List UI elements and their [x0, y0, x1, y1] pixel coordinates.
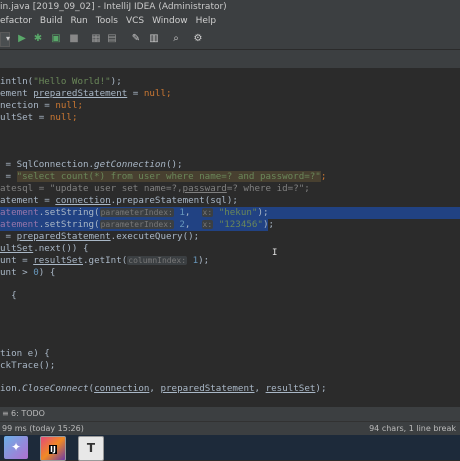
status-message: 99 ms (today 15:26) [2, 424, 84, 433]
code-line: { [0, 290, 17, 301]
text-editor-icon[interactable]: T [78, 436, 104, 461]
dropdown-icon[interactable]: ▾ [2, 33, 14, 45]
code-line: ultSet = null; [0, 112, 78, 123]
selection-info: 94 chars, 1 line break [369, 424, 456, 433]
coverage-icon[interactable]: ▣ [50, 33, 62, 45]
code-line: unt = resultSet.getInt(columnIndex: 1); [0, 255, 210, 266]
code-editor[interactable]: intln("Hello World!"); ement preparedSta… [0, 68, 460, 396]
stop-icon[interactable]: ■ [68, 33, 80, 45]
code-line: atement = connection.prepareStatement(sq… [0, 195, 238, 206]
menu-run[interactable]: Run [71, 16, 88, 26]
code-line: ultSet.next()) { [0, 243, 89, 254]
run-icon[interactable]: ▶ [16, 33, 28, 45]
code-line: atement.setString(parameterIndex: 1, x: … [0, 207, 269, 218]
menu-bar: efactor Build Run Tools VCS Window Help [0, 14, 460, 29]
os-taskbar: ✦ IJ T [0, 435, 460, 461]
code-line: = preparedStatement.executeQuery(); [0, 231, 200, 242]
window-title-bar: in.java [2019_09_02] - IntelliJ IDEA (Ad… [0, 0, 460, 14]
code-line: unt > 0) { [0, 267, 56, 278]
vcs-icon[interactable]: ⚙ [192, 33, 204, 45]
intellij-icon[interactable]: IJ [40, 436, 66, 461]
code-line: ion.CloseConnect(connection, preparedSta… [0, 383, 327, 394]
find-icon[interactable]: ⌕ [170, 33, 182, 45]
attach-icon[interactable]: ▤ [106, 33, 118, 45]
status-bar: 99 ms (today 15:26) 94 chars, 1 line bre… [0, 421, 460, 436]
menu-refactor[interactable]: efactor [0, 16, 32, 26]
debug-icon[interactable]: ✱ [32, 33, 44, 45]
code-line: tion e) { [0, 348, 50, 359]
code-line: nection = null; [0, 100, 84, 111]
menu-help[interactable]: Help [196, 16, 217, 26]
menu-build[interactable]: Build [40, 16, 63, 26]
window-title: in.java [2019_09_02] - IntelliJ IDEA (Ad… [0, 2, 227, 12]
project-structure-icon[interactable]: ▥ [148, 33, 160, 45]
main-toolbar: ▾ ▶ ✱ ▣ ■ ▦ ▤ ✎ ▥ ⌕ ⚙ [0, 29, 460, 50]
code-line: atement.setString(parameterIndex: 2, x: … [0, 219, 275, 230]
build-icon[interactable]: ▦ [90, 33, 102, 45]
tool-window-bar: ≡ 6: TODO [0, 407, 460, 421]
editor-tab-strip [0, 50, 460, 68]
menu-window[interactable]: Window [152, 16, 188, 26]
menu-vcs[interactable]: VCS [126, 16, 144, 26]
app-icon[interactable]: ✦ [4, 436, 28, 459]
wrench-icon[interactable]: ✎ [130, 33, 142, 45]
code-line: ckTrace(); [0, 360, 56, 371]
code-line: intln("Hello World!"); [0, 76, 122, 87]
todo-tab[interactable]: 6: TODO [11, 407, 45, 421]
checklist-icon[interactable]: ≡ [2, 407, 9, 421]
text-cursor-icon: I [272, 248, 278, 258]
code-line: atesql = "update user set name=?,passwar… [0, 183, 310, 194]
code-line: = SqlConnection.getConnection(); [0, 159, 183, 170]
code-line: = "select count(*) from user where name=… [0, 171, 327, 182]
code-line: ement preparedStatement = null; [0, 88, 172, 99]
menu-tools[interactable]: Tools [96, 16, 118, 26]
